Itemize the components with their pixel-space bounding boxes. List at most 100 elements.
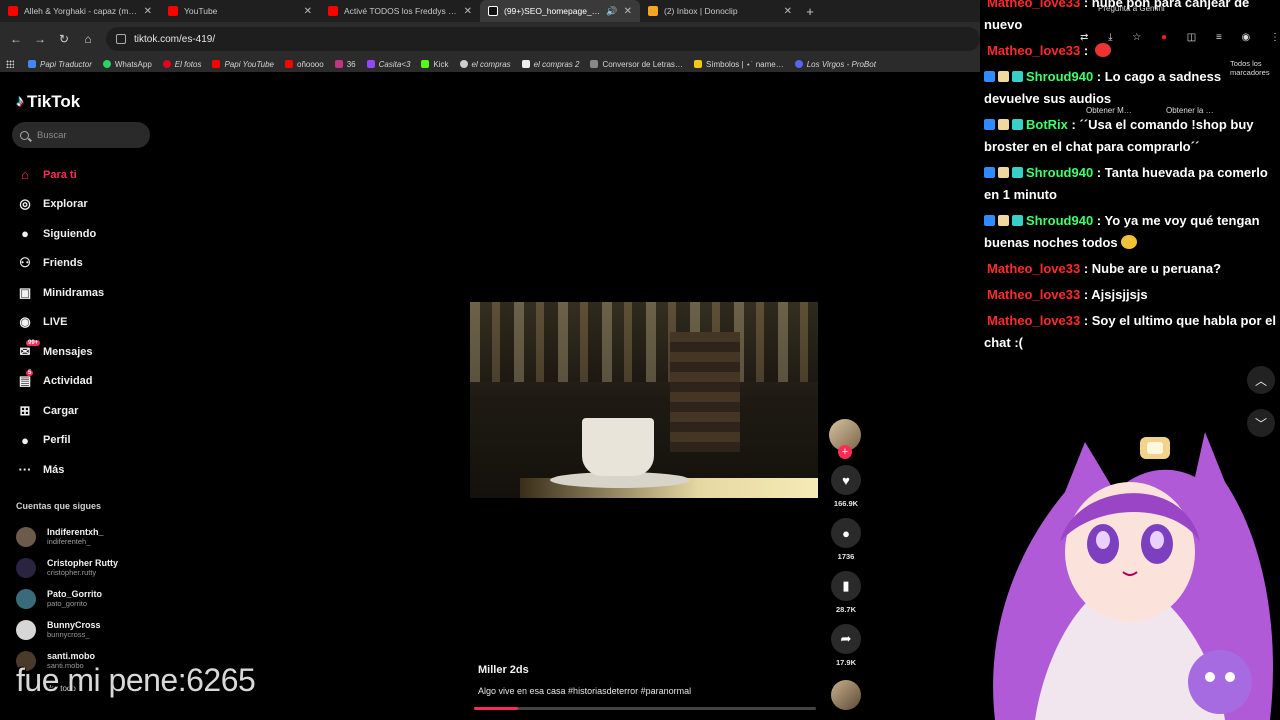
whatsapp-icon [102, 60, 111, 68]
following-account[interactable]: Cristopher Rutty cristopher.rutty [16, 552, 118, 583]
account-username: cristopher.rutty [47, 568, 97, 577]
nav-item-más[interactable]: ··· Más [16, 455, 104, 485]
bookmark[interactable]: el compras 2 [521, 60, 579, 69]
subscriber-badge-icon [1012, 71, 1023, 82]
nav-item-mensajes[interactable]: ✉ 99+ Mensajes [16, 337, 104, 367]
close-tab-icon[interactable]: ✕ [464, 6, 472, 17]
bookmark-label: El fotos [174, 59, 202, 69]
following-section-title: Cuentas que sigues [16, 501, 102, 511]
heart-icon: ♥ [831, 465, 861, 495]
close-tab-icon[interactable]: ✕ [624, 6, 632, 17]
video-action-rail: + ♥ 166.9K ● 1736 ▮ 28.7K ➦ 17.9K [829, 419, 863, 677]
emote-badge-icon [998, 119, 1009, 130]
chat-username: Shroud940 [1026, 165, 1094, 180]
following-account[interactable]: BunnyCross bunnycross_ [16, 614, 118, 645]
speaker-icon[interactable]: 🔊 [606, 6, 617, 17]
site-info-icon[interactable] [116, 34, 126, 44]
nav-item-actividad[interactable]: ▤ 5 Actividad [16, 367, 104, 397]
music-disc-icon[interactable] [831, 680, 861, 710]
chat-username: Matheo_love33 [987, 0, 1081, 10]
following-list: Indiferentxh_ indiferenteh_ Cristopher Rut… [16, 521, 118, 676]
tiktok-logo[interactable]: ♪ TikTok [16, 92, 80, 112]
chevron-up-icon[interactable]: ︿ [1247, 366, 1275, 394]
save-button[interactable]: ▮ 28.7K [829, 571, 863, 624]
bookmark[interactable]: oñoooo [285, 60, 324, 69]
following-account[interactable]: Indiferentxh_ indiferenteh_ [16, 521, 118, 552]
bookmark[interactable]: El fotos [162, 59, 202, 69]
video-meta: Miller 2ds Algo vive en esa casa #histor… [478, 664, 691, 696]
nav-item-friends[interactable]: ⚇ Friends [16, 249, 104, 279]
browser-tab[interactable]: YouTube ✕ [160, 0, 320, 22]
close-tab-icon[interactable]: ✕ [784, 6, 792, 17]
new-tab-button[interactable]: + [800, 4, 820, 19]
home-icon[interactable]: ⌂ [76, 32, 100, 46]
avatar [16, 526, 36, 547]
share-icon: ➦ [831, 624, 861, 654]
bookmark-icon: ▮ [831, 571, 861, 601]
video-progress-bar[interactable] [474, 707, 816, 710]
instagram-icon [334, 60, 343, 68]
nav-item-para-ti[interactable]: ⌂ Para ti [16, 160, 104, 190]
bookmark[interactable]: Casita<3 [366, 60, 410, 69]
bookmark-label: Papi Traductor [40, 59, 92, 69]
tiktok-icon [488, 6, 498, 16]
like-button[interactable]: ♥ 166.9K [829, 465, 863, 518]
browser-tab[interactable]: Alleh & Yorghaki - capaz (merengue… ✕ [0, 0, 160, 22]
bookmark-label: Conversor de Letras… [602, 59, 683, 69]
bookmark[interactable]: Símbolos | ⋆˙ name… [693, 60, 784, 69]
close-tab-icon[interactable]: ✕ [304, 6, 312, 17]
nav-item-cargar[interactable]: ⊞ Cargar [16, 396, 104, 426]
nav-item-minidramas[interactable]: ▣ Minidramas [16, 278, 104, 308]
url-text: tiktok.com/es-419/ [134, 33, 216, 45]
address-bar[interactable]: tiktok.com/es-419/ [106, 27, 980, 51]
account-text: Pato_Gorrito pato_gorrito [47, 589, 102, 608]
nav-item-label: Siguiendo [43, 227, 97, 240]
bookmark[interactable]: WhatsApp [102, 60, 152, 69]
share-button[interactable]: ➦ 17.9K [829, 624, 863, 677]
creator-avatar[interactable]: + [829, 419, 861, 459]
bookmark[interactable]: el compras [459, 60, 511, 69]
nav-item-perfil[interactable]: ● Perfil [16, 426, 104, 456]
tab-title: Activé TODOS los Freddys en 1… [344, 6, 458, 16]
browser-tab-bar: Alleh & Yorghaki - capaz (merengue… ✕ You… [0, 0, 980, 22]
nav-item-label: Más [43, 463, 65, 476]
account-username: indiferenteh_ [47, 537, 91, 546]
avatar [16, 588, 36, 609]
search-input[interactable]: Buscar [12, 122, 150, 148]
friends-icon: ⚇ [19, 255, 31, 271]
browser-tab-active[interactable]: (99+)SEO_homepage_title 🔊 ✕ [480, 0, 640, 22]
bookmark[interactable]: Papi YouTube [212, 60, 274, 69]
reload-icon[interactable]: ↻ [52, 32, 76, 46]
close-tab-icon[interactable]: ✕ [144, 6, 152, 17]
chat-message: Matheo_love33 : Soy el ultimo que habla … [984, 310, 1280, 354]
bookmark[interactable]: Conversor de Letras… [590, 59, 683, 69]
bookmark-label: 36 [346, 59, 356, 69]
nav-item-live[interactable]: ◉ LIVE [16, 308, 104, 338]
following-account[interactable]: Pato_Gorrito pato_gorrito [16, 583, 118, 614]
bookmark[interactable]: 36 [334, 59, 356, 69]
upload-icon: ⊞ [19, 402, 31, 418]
chat-text: : ´´Usa el comando !shop buy broster en … [984, 117, 1254, 154]
nav-item-explorar[interactable]: ◎ Explorar [16, 190, 104, 220]
donoclip-icon [648, 6, 658, 16]
share-count: 17.9K [835, 658, 856, 667]
bookmark[interactable]: Papi Traductor [28, 60, 92, 69]
forward-icon[interactable]: → [28, 32, 52, 46]
apps-grid-icon[interactable] [6, 60, 14, 68]
bookmark-favicon [28, 60, 36, 68]
back-icon[interactable]: ← [4, 32, 28, 46]
video-author[interactable]: Miller 2ds [478, 664, 691, 676]
bookmark[interactable]: Kick [421, 60, 449, 69]
browser-tab[interactable]: Activé TODOS los Freddys en 1… ✕ [320, 0, 480, 22]
subscriber-badge-icon [1012, 119, 1023, 130]
browser-tab[interactable]: (2) Inbox | Donoclip ✕ [640, 0, 800, 22]
bookmark[interactable]: Los Virgos - ProBot [794, 60, 876, 69]
video-description: Algo vive en esa casa #historiasdeterror… [478, 686, 692, 696]
video-player[interactable] [470, 302, 818, 498]
video-cup [582, 418, 654, 476]
follow-plus-icon[interactable]: + [838, 445, 852, 459]
chat-message: Shroud940 : Yo ya me voy qué tengan buen… [984, 210, 1280, 254]
nav-item-siguiendo[interactable]: ● Siguiendo [16, 219, 104, 249]
chat-message: Shroud940 : Lo cago a sadness devuelve s… [984, 66, 1280, 110]
comment-button[interactable]: ● 1736 [829, 518, 863, 571]
